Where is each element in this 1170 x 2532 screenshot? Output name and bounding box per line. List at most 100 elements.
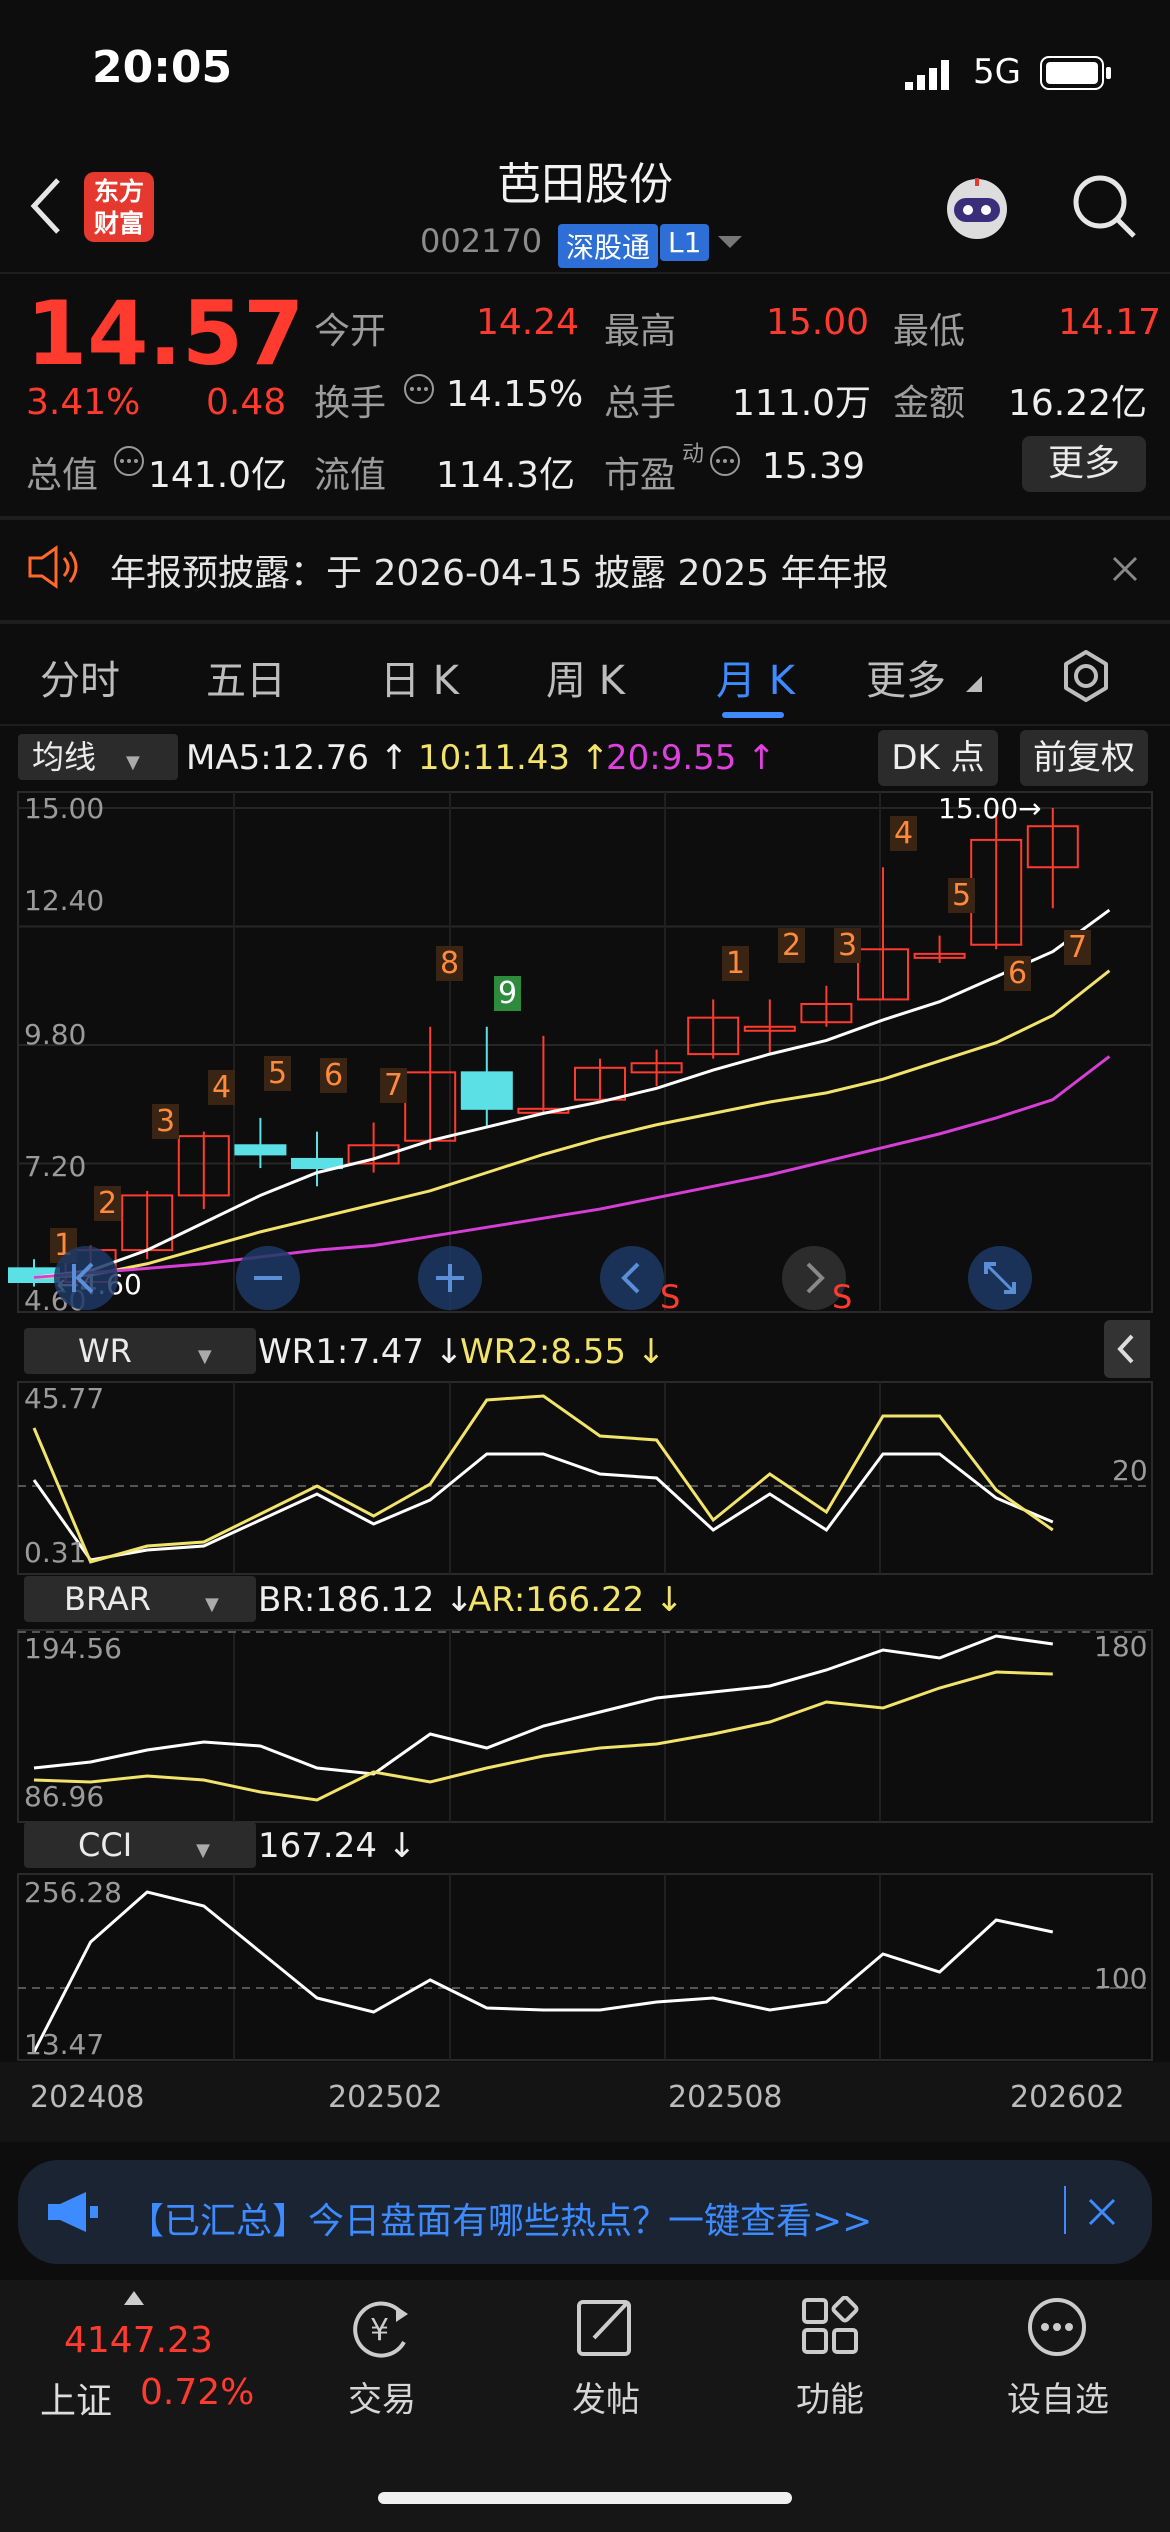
cci-chart[interactable] [0,1872,1170,2062]
signal-icon [905,60,961,94]
y-label: 15.00 [24,792,105,825]
td-sequence-label: 2 [94,1186,122,1221]
open-value: 14.24 [476,302,580,343]
x-label: 202502 [328,2080,443,2115]
brar-select[interactable]: BRAR ▼ [24,1576,256,1622]
wr1-value: WR1:7.47 ↓ [258,1332,464,1372]
mktcap-value: 141.0亿 [148,455,288,496]
float-label: 流值 [314,455,387,496]
home-indicator[interactable] [378,2492,792,2504]
td-sequence-label: 7 [1064,930,1092,965]
ma5-value: MA5:12.76 ↑ [186,738,409,778]
pe-value: 15.39 [762,446,866,487]
close-icon[interactable] [1112,556,1138,586]
index-value[interactable]: 4147.23 [64,2320,213,2361]
max-price-label: 15.00→ [938,792,1042,825]
panel-frame [17,1629,1153,1823]
more-dots-icon[interactable] [708,444,742,482]
dk-point-button[interactable]: DK 点 [878,730,998,786]
brar-chart[interactable] [0,1628,1170,1824]
y-label: 9.80 [24,1018,87,1051]
wr2-value: WR2:8.55 ↓ [460,1332,666,1372]
x-label: 202602 [1010,2080,1125,2115]
cci-y-top: 256.28 [24,1876,122,1909]
trade-yen-icon[interactable]: ¥ [340,2296,424,2366]
tab-weekly-k[interactable]: 周 K [546,648,625,706]
speaker-icon [26,544,82,594]
nav-trade[interactable]: 交易 [302,2372,462,2421]
close-icon[interactable] [1088,2198,1116,2230]
high-label: 最高 [604,311,677,352]
td-sequence-label: 3 [834,928,862,963]
ma10-value: 10:11.43 ↑ [418,738,610,778]
low-label: 最低 [893,311,966,352]
cci-line [32,1890,1054,2053]
up-triangle-icon [124,2290,144,2309]
nav-function[interactable]: 功能 [750,2372,910,2421]
more-dots-icon[interactable] [402,372,436,410]
collapse-panel-icon[interactable] [1104,1320,1150,1378]
tab-daily-k[interactable]: 日 K [380,648,459,706]
cci-select[interactable]: CCI ▼ [24,1822,256,1868]
index-change[interactable]: 0.72% [140,2372,254,2413]
stock-code: 002170 [420,222,543,260]
wr-y-top: 45.77 [24,1382,105,1415]
dropdown-icon[interactable] [718,234,742,254]
settings-gear-icon[interactable] [1058,648,1114,708]
fullscreen-icon[interactable] [966,1244,1034,1316]
tab-intraday[interactable]: 分时 [40,648,120,706]
candle-body [291,1157,343,1170]
battery-icon [1040,56,1112,96]
tab-monthly-k[interactable]: 月 K [716,648,795,706]
function-grid-icon[interactable] [800,2295,860,2362]
divider [0,516,1170,520]
x-label: 202408 [30,2080,145,2115]
more-dots-icon[interactable] [112,444,146,482]
nav-post[interactable]: 发帖 [526,2372,686,2421]
tab-five-day[interactable]: 五日 [206,648,286,706]
scroll-left-icon[interactable] [52,1244,120,1316]
td-sequence-label: 3 [152,1104,180,1139]
index-name[interactable]: 上证 [40,2372,112,2424]
change-percent: 3.41% [26,382,141,423]
turnover-label: 换手 [314,383,387,424]
indicator-select[interactable]: 均线 ▼ [18,734,178,780]
y-label: 7.20 [24,1150,87,1183]
wr-select[interactable]: WR ▼ [24,1328,256,1374]
sell-marker: S [660,1278,681,1316]
nav-watchlist[interactable]: 设自选 [978,2372,1138,2421]
brar-y-top: 194.56 [24,1632,122,1665]
x-label: 202508 [668,2080,783,2115]
megaphone-icon [46,2190,102,2238]
pe-sup: 动 [682,442,705,467]
td-sequence-label: 2 [778,928,806,963]
post-edit-icon[interactable] [576,2296,636,2362]
notice-text[interactable]: 年报预披露：于 2026-04-15 披露 2025 年年报 [110,544,889,596]
svg-text:¥: ¥ [370,2313,389,2348]
search-icon[interactable] [1070,172,1138,244]
robot-assistant-icon[interactable] [940,172,1014,250]
ma20-line [33,1055,1111,1279]
tab-more[interactable]: 更多 [866,648,946,706]
divider [0,724,1170,726]
td-sequence-label: 5 [264,1056,292,1091]
zoom-in-icon[interactable] [416,1244,484,1316]
td-sequence-label: 6 [320,1058,348,1093]
wr-chart[interactable] [0,1380,1170,1576]
news-text[interactable]: 【已汇总】今日盘面有哪些热点？一键查看>> [128,2192,872,2244]
pe-label: 市盈 [604,455,677,496]
turnover-value: 14.15% [446,374,584,415]
td-sequence-label: 1 [722,946,750,981]
volume-label: 总手 [604,383,677,424]
corner-arrow-icon [966,676,982,696]
td-sequence-label: 6 [1004,956,1032,991]
zoom-out-icon[interactable] [234,1244,302,1316]
prev-icon[interactable] [598,1244,666,1316]
change-amount: 0.48 [206,382,287,423]
forward-adjust-button[interactable]: 前复权 [1020,730,1148,786]
cci-ref: 100 [1094,1962,1148,1995]
y-label: 12.40 [24,884,105,917]
more-button[interactable]: 更多 [1022,436,1146,492]
kline-chart[interactable] [0,790,1170,1320]
more-circle-icon[interactable] [1026,2296,1088,2362]
